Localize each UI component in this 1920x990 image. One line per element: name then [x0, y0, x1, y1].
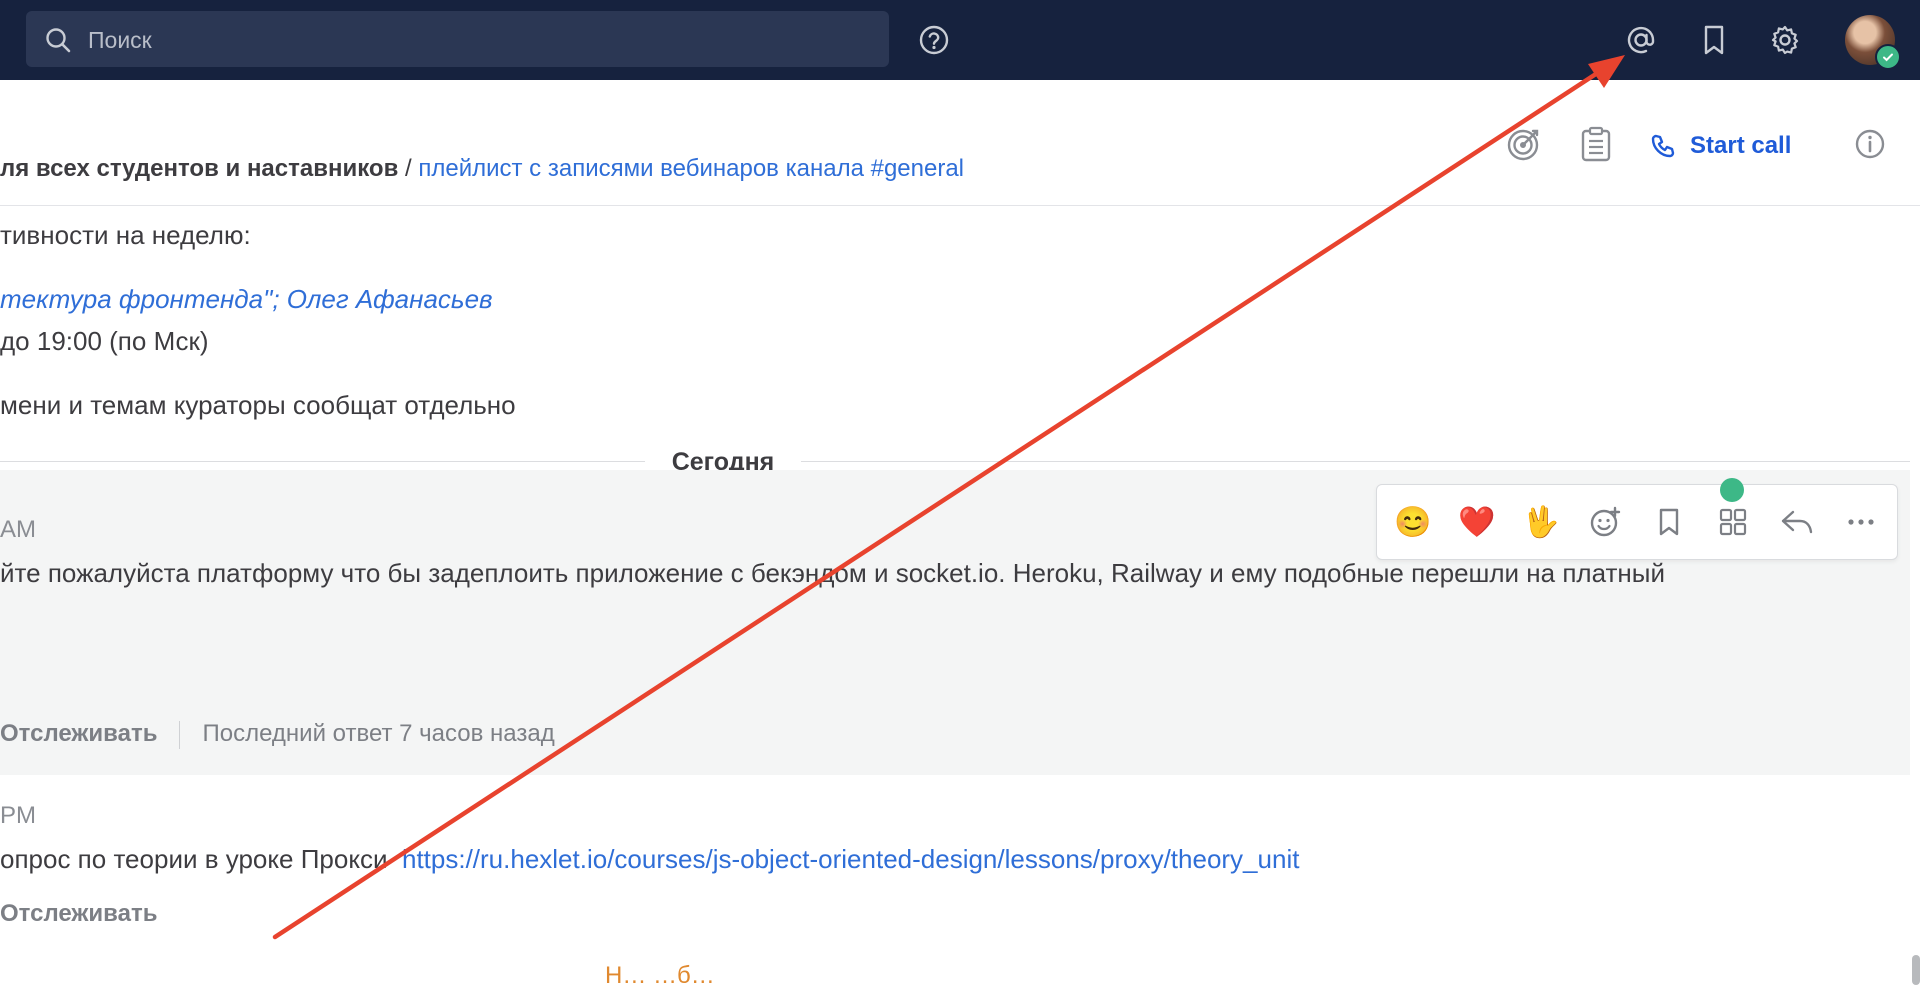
follow-thread-button[interactable]: Отслеживать — [0, 720, 157, 747]
info-icon[interactable] — [1848, 122, 1892, 166]
bookmark-icon[interactable] — [1645, 498, 1693, 546]
channel-purpose-text: ля всех студентов и наставников — [0, 155, 399, 182]
add-reaction-icon[interactable] — [1581, 498, 1629, 546]
green-dot-marker — [1720, 478, 1744, 502]
gear-icon[interactable] — [1761, 16, 1809, 64]
smile-emoji-icon[interactable]: 😊 — [1389, 498, 1437, 546]
post-text-line: мени и темам кураторы сообщат отдельно — [0, 390, 516, 420]
heart-emoji-icon[interactable]: ❤️ — [1453, 498, 1501, 546]
post-link-italic[interactable]: тектура фронтенда"; Олег Афанасьев — [0, 284, 493, 315]
post-actions-toolbar: 😊 ❤️ 🖖 — [1376, 484, 1898, 560]
help-icon[interactable] — [910, 16, 958, 64]
more-actions-icon[interactable] — [1837, 498, 1885, 546]
post-text-line: тивности на неделю: — [0, 220, 251, 250]
divider — [179, 720, 181, 749]
thread-footer: Отслеживать — [0, 900, 157, 928]
channel-purpose: ля всех студентов и наставников / плейли… — [0, 155, 964, 183]
post-message-text: опрос по теории в уроке Прокси — [0, 844, 388, 874]
top-bar — [0, 0, 1920, 80]
start-call-label: Start call — [1690, 132, 1792, 159]
follow-thread-button[interactable]: Отслеживать — [0, 900, 157, 927]
channel-header — [0, 80, 1920, 206]
saved-bookmark-icon[interactable] — [1690, 16, 1738, 64]
post-message: йте пожалуйста платформу что бы задеплои… — [0, 558, 1665, 588]
apps-grid-icon[interactable] — [1709, 498, 1757, 546]
post-message: опрос по теории в уроке Прокси https://r… — [0, 844, 1299, 875]
search-box[interactable] — [26, 11, 889, 69]
post-text-line: до 19:00 (по Мск) — [0, 326, 209, 356]
start-call-button[interactable]: Start call — [1650, 126, 1791, 166]
reply-icon[interactable] — [1773, 498, 1821, 546]
search-input[interactable] — [86, 11, 870, 69]
post-time[interactable]: PM — [0, 802, 36, 830]
post-time[interactable]: AM — [0, 516, 36, 544]
lesson-url-link[interactable]: https://ru.hexlet.io/courses/js-object-o… — [402, 844, 1299, 874]
last-reply-text: Последний ответ 7 часов назад — [202, 720, 555, 747]
playlist-link[interactable]: плейлист с записями вебинаров канала #ge… — [418, 155, 964, 182]
target-icon[interactable] — [1502, 122, 1546, 166]
search-icon — [46, 28, 71, 53]
thread-footer: Отслеживать Последний ответ 7 часов назад — [0, 720, 555, 749]
mention-icon[interactable] — [1617, 16, 1665, 64]
purpose-separator: / — [398, 155, 419, 182]
new-messages-hint[interactable]: Н… …б… — [605, 962, 715, 990]
phone-icon — [1651, 134, 1675, 158]
vulcan-salute-emoji-icon[interactable]: 🖖 — [1517, 498, 1565, 546]
clipboard-icon[interactable] — [1574, 122, 1618, 166]
date-separator-line — [0, 461, 1910, 462]
scrollbar-thumb[interactable] — [1912, 955, 1920, 985]
online-status-icon — [1875, 44, 1901, 70]
